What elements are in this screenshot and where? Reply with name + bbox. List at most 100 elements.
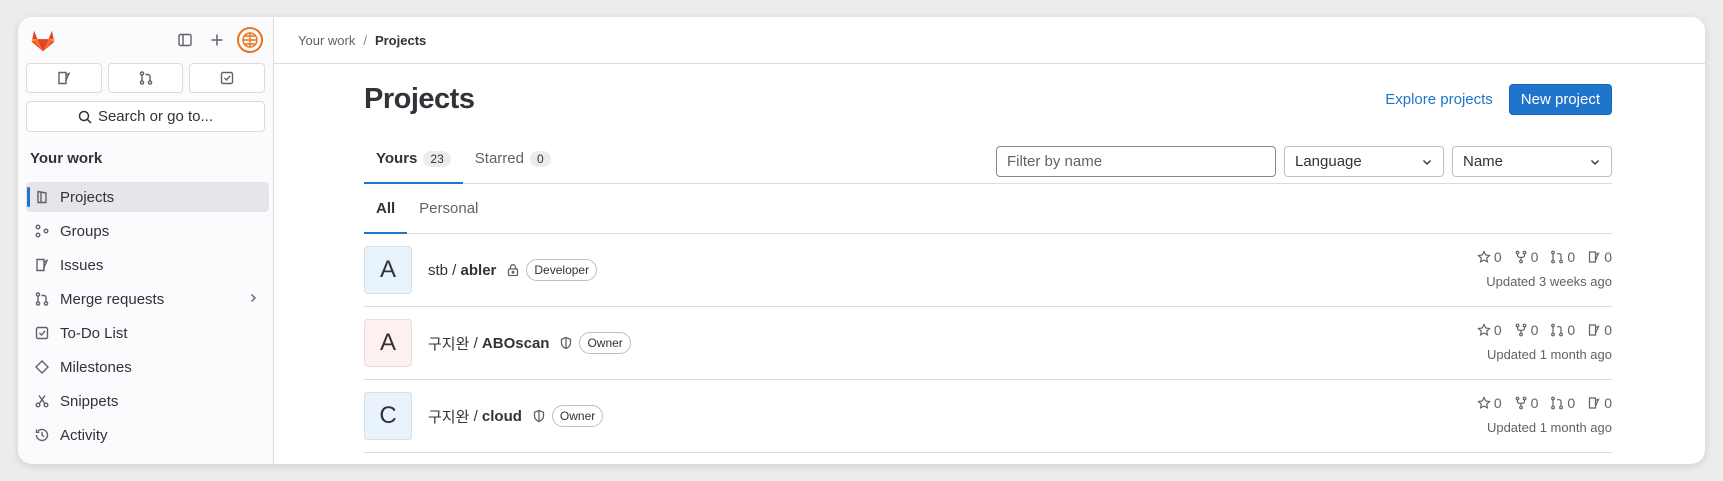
chevron-down-icon — [1591, 159, 1599, 165]
todos-counter-button[interactable] — [189, 63, 266, 93]
main-area: Your work / Projects Projects Explore pr… — [274, 17, 1705, 464]
project-separator: / — [448, 261, 461, 279]
tab-yours[interactable]: Yours 23 — [364, 134, 463, 184]
sidebar-item-label: To-Do List — [60, 324, 128, 342]
sort-dropdown[interactable]: Name — [1452, 146, 1612, 177]
tabs-row: Yours 23 Starred 0 Filter by name Langua… — [364, 134, 1612, 184]
sidebar-item-snippets[interactable]: Snippets — [26, 386, 269, 416]
search-button[interactable]: Search or go to... — [26, 101, 265, 132]
project-name: cloud — [481, 407, 522, 425]
count-badge: 0 — [529, 150, 551, 167]
gitlab-logo-icon[interactable] — [28, 25, 58, 55]
sidebar-toggle-icon[interactable] — [169, 24, 201, 56]
merge-requests-stat[interactable]: 0 — [1550, 395, 1575, 411]
new-project-button[interactable]: New project — [1508, 83, 1612, 115]
group-icon — [34, 223, 50, 239]
tab-label: Starred — [474, 150, 524, 167]
forks-stat[interactable]: 0 — [1514, 249, 1539, 265]
milestone-icon — [34, 359, 50, 375]
subtab-personal[interactable]: Personal — [407, 184, 490, 233]
sidebar: Search or go to... Your work Projects Gr… — [18, 17, 274, 464]
subtab-all[interactable]: All — [364, 184, 408, 234]
star-icon — [1476, 323, 1491, 337]
sidebar-item-projects[interactable]: Projects — [26, 182, 269, 212]
tab-starred[interactable]: Starred 0 — [463, 134, 563, 183]
language-dropdown[interactable]: Language — [1284, 146, 1444, 177]
stars-stat[interactable]: 0 — [1476, 249, 1502, 265]
sidebar-item-activity[interactable]: Activity — [26, 420, 269, 450]
updated-time: Updated 1 month ago — [1486, 420, 1612, 435]
forks-count: 0 — [1530, 249, 1539, 265]
issues-stat[interactable]: 0 — [1587, 249, 1612, 265]
sidebar-item-label: Activity — [60, 426, 108, 444]
merge-request-icon — [139, 71, 152, 85]
stars-stat[interactable]: 0 — [1476, 322, 1502, 338]
count-badge: 23 — [423, 150, 451, 167]
fork-icon — [1515, 396, 1527, 410]
project-namespace: 구지완 — [428, 335, 470, 353]
lock-icon — [506, 263, 520, 277]
project-row: A stb / abler Developer 0 0 0 0 Updated … — [364, 234, 1612, 307]
project-avatar[interactable]: C — [364, 392, 412, 440]
project-stats: 0 0 0 0 — [1476, 322, 1612, 338]
project-namespace: 구지완 — [428, 408, 470, 426]
sidebar-nav: Projects Groups Issues Merge requests To… — [18, 182, 273, 450]
filters: Filter by name Language Name — [996, 146, 1612, 177]
tab-label: Yours — [376, 150, 418, 167]
shield-icon — [532, 409, 546, 423]
issues-stat[interactable]: 0 — [1587, 322, 1612, 338]
issues-icon — [1589, 324, 1600, 336]
project-stats: 0 0 0 0 — [1476, 395, 1612, 411]
sidebar-item-merge-requests[interactable]: Merge requests — [26, 284, 269, 314]
search-label: Search or go to... — [97, 108, 214, 125]
project-avatar[interactable]: A — [364, 246, 412, 294]
project-separator: / — [469, 334, 482, 352]
sidebar-item-label: Groups — [60, 222, 110, 240]
project-title[interactable]: 구지완 / cloud Owner — [428, 405, 604, 427]
merge-requests-counter-button[interactable] — [107, 63, 184, 93]
merge-requests-count: 0 — [1567, 249, 1576, 265]
todo-icon — [34, 325, 50, 341]
star-icon — [1476, 396, 1491, 410]
user-avatar[interactable] — [237, 27, 263, 53]
issues-counter-button[interactable] — [26, 63, 102, 93]
project-title[interactable]: stb / abler Developer — [428, 259, 598, 281]
snippet-icon — [34, 393, 50, 409]
breadcrumb-current[interactable]: Projects — [375, 33, 426, 48]
sidebar-item-milestones[interactable]: Milestones — [26, 352, 269, 382]
page-title: Projects — [364, 82, 475, 115]
fork-icon — [1515, 323, 1527, 337]
merge-requests-stat[interactable]: 0 — [1550, 322, 1575, 338]
project-avatar[interactable]: A — [364, 319, 412, 367]
filter-by-name-input[interactable]: Filter by name — [996, 146, 1276, 177]
sidebar-item-issues[interactable]: Issues — [26, 250, 269, 280]
project-title[interactable]: 구지완 / ABOscan Owner — [428, 332, 631, 354]
app-window: Search or go to... Your work Projects Gr… — [18, 17, 1705, 464]
forks-stat[interactable]: 0 — [1514, 395, 1538, 411]
project-tabs: Yours 23 Starred 0 — [364, 134, 563, 184]
chevron-down-icon — [1423, 159, 1431, 165]
updated-time: Updated 3 weeks ago — [1486, 274, 1612, 289]
stars-stat[interactable]: 0 — [1476, 395, 1502, 411]
breadcrumb-your-work[interactable]: Your work — [298, 33, 355, 48]
project-icon — [34, 189, 50, 205]
search-icon — [78, 110, 92, 124]
forks-stat[interactable]: 0 — [1514, 322, 1538, 338]
issues-count: 0 — [1604, 249, 1612, 265]
merge-requests-stat[interactable]: 0 — [1550, 249, 1575, 265]
project-row: C 구지완 / cloud Owner 0 0 0 0 Updated 1 mo… — [364, 380, 1612, 453]
merge-request-icon — [1551, 250, 1564, 264]
issues-count: 0 — [1604, 395, 1612, 411]
plus-icon[interactable] — [201, 24, 233, 56]
title-row: Projects Explore projects New project — [364, 64, 1612, 134]
issues-stat[interactable]: 0 — [1587, 395, 1612, 411]
sidebar-counters — [18, 63, 273, 93]
explore-projects-button[interactable]: Explore projects — [1379, 91, 1499, 108]
sidebar-item-groups[interactable]: Groups — [26, 216, 269, 246]
subtabs: All Personal — [364, 184, 1612, 234]
sidebar-item-todo-list[interactable]: To-Do List — [26, 318, 269, 348]
star-icon — [1476, 250, 1491, 264]
issues-icon — [34, 257, 50, 273]
sidebar-header — [18, 17, 273, 63]
chevron-right-icon — [247, 291, 259, 308]
